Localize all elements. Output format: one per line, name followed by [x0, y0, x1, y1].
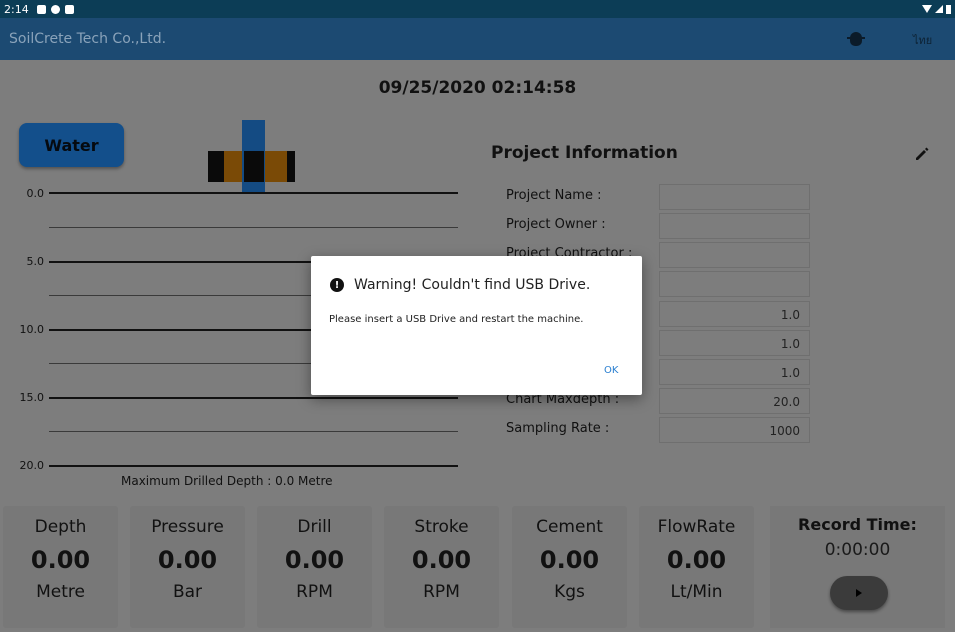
project-field[interactable]	[659, 271, 810, 297]
metric-label: Stroke	[414, 517, 469, 537]
drill-band	[287, 151, 295, 182]
record-time-label: Record Time:	[798, 515, 917, 534]
max-drilled-depth: Maximum Drilled Depth : 0.0 Metre	[121, 474, 333, 488]
battery-icon	[946, 4, 951, 14]
metric-value: 0.00	[157, 546, 218, 574]
metric-value: 0.00	[284, 546, 345, 574]
wifi-icon	[922, 5, 932, 13]
project-name-label: Project Name :	[506, 188, 602, 203]
dialog-title-text: Warning! Couldn't find USB Drive.	[354, 277, 591, 293]
bug-icon[interactable]	[847, 32, 865, 46]
status-bar: 2:14	[0, 0, 955, 18]
depth-tick-label: 10.0	[19, 323, 45, 336]
ok-button[interactable]: OK	[604, 365, 618, 376]
metric-pressure: Pressure 0.00 Bar	[130, 506, 245, 628]
depth-tick-label: 20.0	[19, 459, 45, 472]
chart-maxdepth-field[interactable]: 20.0	[659, 388, 810, 414]
metric-unit: Bar	[172, 582, 203, 602]
app-title: SoilCrete Tech Co.,Ltd.	[9, 31, 167, 47]
dialog-title: ! Warning! Couldn't find USB Drive.	[330, 277, 590, 293]
current-datetime: 09/25/2020 02:14:58	[378, 78, 577, 98]
metric-cement: Cement 0.00 Kgs	[512, 506, 627, 628]
project-field[interactable]: 1.0	[659, 330, 810, 356]
language-toggle[interactable]: ไทย	[913, 31, 932, 49]
record-time-value: 0:00:00	[824, 540, 891, 560]
sampling-rate-field[interactable]: 1000	[659, 417, 810, 443]
drill-band	[244, 151, 264, 182]
depth-tick-label: 5.0	[26, 255, 45, 268]
project-info-title: Project Information	[491, 143, 678, 163]
warning-dialog: ! Warning! Couldn't find USB Drive. Plea…	[311, 256, 642, 395]
depth-grid-line	[49, 192, 458, 194]
water-button[interactable]: Water	[19, 123, 124, 167]
project-name-field[interactable]	[659, 184, 810, 210]
signal-icon	[935, 5, 943, 13]
metric-value: 0.00	[539, 546, 600, 574]
project-contractor-field[interactable]	[659, 242, 810, 268]
sampling-rate-label: Sampling Rate :	[506, 421, 610, 436]
project-field[interactable]: 1.0	[659, 359, 810, 385]
metric-value: 0.00	[30, 546, 91, 574]
project-owner-label: Project Owner :	[506, 217, 606, 232]
notification-p-icon	[50, 4, 60, 14]
metric-stroke: Stroke 0.00 RPM	[384, 506, 499, 628]
depth-grid-line	[49, 397, 458, 399]
depth-tick-label: 15.0	[19, 391, 45, 404]
depth-grid-line	[49, 431, 458, 432]
drill-band	[224, 151, 242, 182]
drill-head-graphic	[208, 120, 298, 195]
metric-value: 0.00	[666, 546, 727, 574]
depth-tick-label: 0.0	[26, 187, 45, 200]
metric-label: FlowRate	[657, 517, 736, 537]
metric-unit: RPM	[296, 582, 333, 602]
metric-unit: Metre	[36, 582, 85, 602]
app-bar: SoilCrete Tech Co.,Ltd. ไทย	[0, 18, 955, 60]
metric-label: Pressure	[151, 517, 224, 537]
metric-unit: Kgs	[554, 582, 585, 602]
metric-label: Drill	[297, 517, 332, 537]
metric-value: 0.00	[411, 546, 472, 574]
drill-band	[208, 151, 224, 182]
notification-a-icon	[36, 4, 46, 14]
play-button[interactable]	[830, 576, 888, 610]
play-icon	[856, 589, 862, 597]
project-owner-field[interactable]	[659, 213, 810, 239]
status-time: 2:14	[4, 2, 29, 16]
edit-icon[interactable]	[914, 146, 930, 162]
dialog-message: Please insert a USB Drive and restart th…	[329, 314, 584, 325]
metric-drill: Drill 0.00 RPM	[257, 506, 372, 628]
depth-grid-line	[49, 227, 458, 228]
metric-flowrate: FlowRate 0.00 Lt/Min	[639, 506, 754, 628]
metric-label: Depth	[34, 517, 87, 537]
record-time-card: Record Time: 0:00:00	[770, 506, 945, 628]
warning-icon: !	[330, 278, 344, 292]
metric-unit: RPM	[423, 582, 460, 602]
drill-band	[265, 151, 287, 182]
project-field[interactable]: 1.0	[659, 301, 810, 327]
metric-unit: Lt/Min	[670, 582, 723, 602]
depth-grid-line	[49, 465, 458, 467]
metric-label: Cement	[536, 517, 603, 537]
sd-card-icon	[64, 4, 74, 14]
metric-depth: Depth 0.00 Metre	[3, 506, 118, 628]
